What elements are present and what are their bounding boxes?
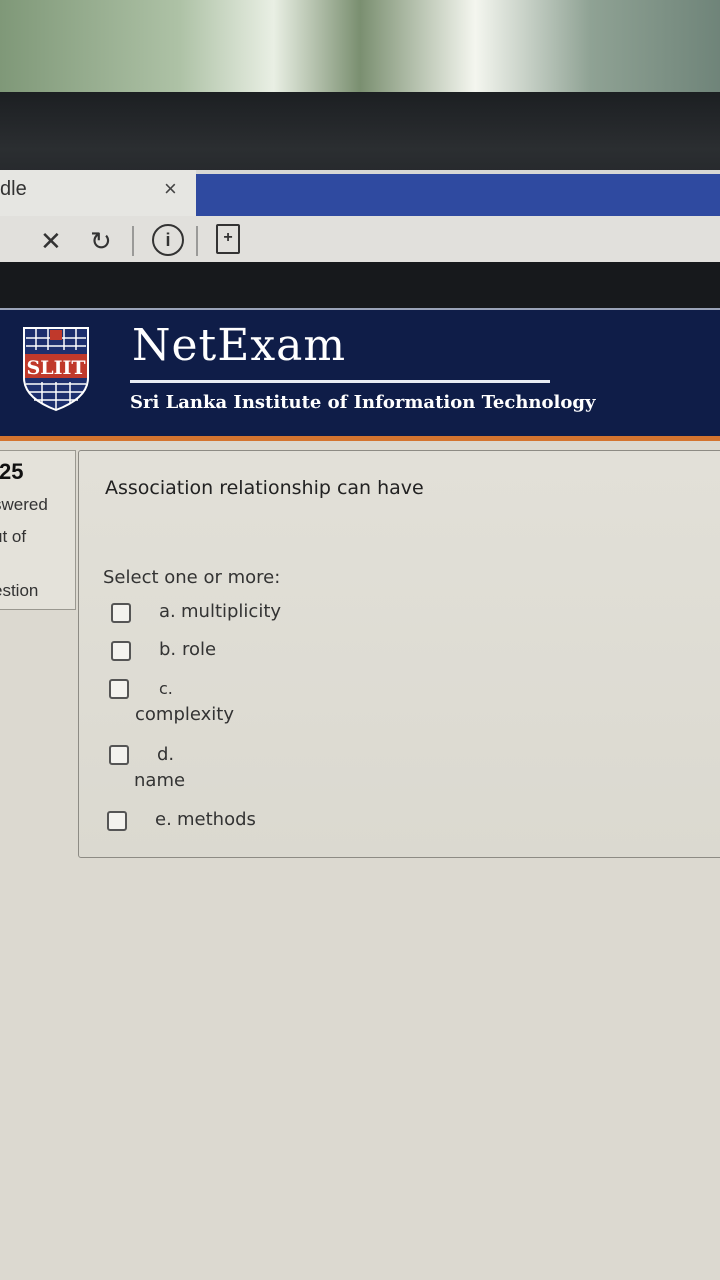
tab-title: dle	[0, 178, 27, 200]
brand-title: NetExam	[132, 320, 347, 371]
browser-frame-band	[0, 262, 720, 310]
question-text: Association relationship can have	[105, 477, 424, 499]
option-e-letter: e.	[155, 809, 172, 830]
reload-icon[interactable]: ↻	[90, 226, 112, 257]
header-accent-bar	[0, 436, 720, 441]
question-panel: Association relationship can have Select…	[78, 450, 720, 858]
institute-name: Sri Lanka Institute of Information Techn…	[130, 392, 596, 413]
option-e-checkbox[interactable]	[107, 811, 127, 831]
option-a-checkbox[interactable]	[111, 603, 131, 623]
question-status: swered	[0, 495, 48, 514]
option-d-checkbox[interactable]	[109, 745, 129, 765]
option-b-checkbox[interactable]	[111, 641, 131, 661]
toolbar-divider	[196, 226, 198, 256]
page-icon[interactable]: +	[216, 224, 240, 254]
option-c-letter: c.	[159, 679, 173, 698]
option-c-checkbox[interactable]	[109, 679, 129, 699]
option-b-label: role	[182, 639, 217, 660]
logo-text: SLIIT	[27, 357, 86, 379]
tab-close-icon[interactable]: ×	[164, 176, 177, 202]
answer-prompt: Select one or more:	[103, 567, 281, 588]
option-a-letter: a.	[159, 601, 176, 622]
stop-icon[interactable]: ✕	[40, 226, 62, 257]
site-header: SLIIT NetExam Sri Lanka Institute of Inf…	[0, 308, 720, 440]
option-d-letter: d.	[157, 744, 175, 765]
site-info-icon[interactable]: i	[152, 224, 184, 256]
flag-question-link[interactable]: estion	[0, 581, 38, 601]
option-b-letter: b.	[159, 639, 177, 660]
toolbar-divider	[132, 226, 134, 256]
question-marks: ut of	[0, 527, 27, 546]
option-c-label: complexity	[135, 704, 234, 725]
background-photo	[0, 0, 720, 100]
brand-divider	[130, 380, 550, 383]
browser-tab-bar: dle ×	[0, 170, 720, 230]
question-info-panel: 25 swered ut of estion	[0, 450, 76, 610]
sliit-logo-icon: SLIIT	[23, 327, 89, 412]
option-a-label: multiplicity	[181, 601, 282, 622]
option-e-label: methods	[177, 809, 256, 830]
question-number: 25	[0, 459, 24, 484]
browser-tab[interactable]: dle ×	[0, 170, 196, 218]
option-d-label: name	[134, 770, 186, 791]
